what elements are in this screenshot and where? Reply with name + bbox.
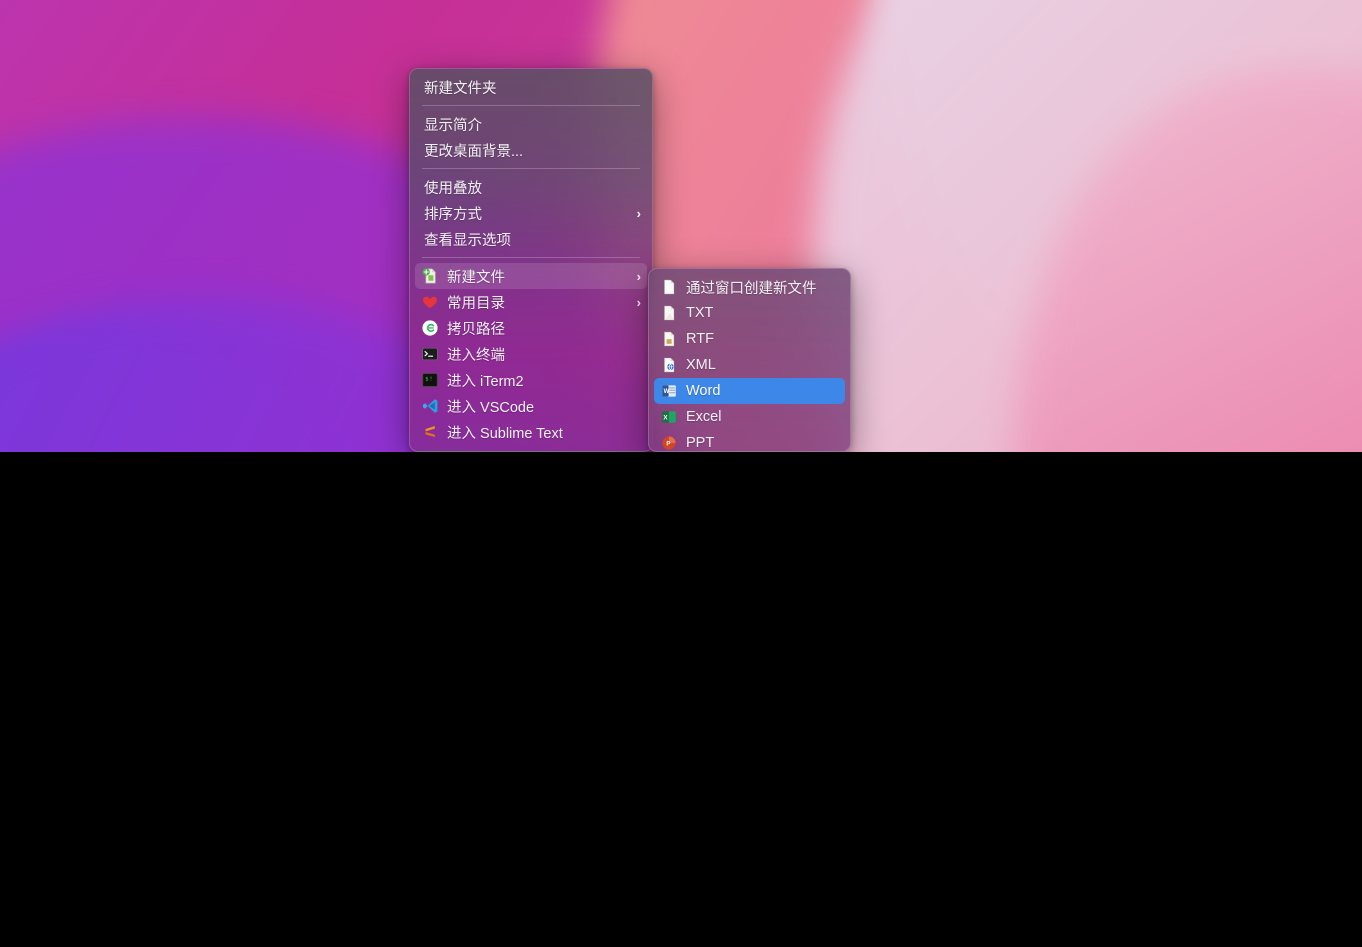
menu-item-label: 使用叠放 (424, 180, 482, 197)
txt-file-icon (660, 304, 678, 322)
submenu-item-label: 通过窗口创建新文件 (686, 280, 817, 297)
submenu-item-label: RTF (686, 331, 714, 347)
menu-item-open-iterm2[interactable]: $ ! 进入 iTerm2 (415, 367, 647, 393)
sublime-icon (421, 423, 439, 441)
menu-item-sort-by[interactable]: 排序方式 › (415, 200, 647, 226)
word-icon: W (660, 382, 678, 400)
menu-item-get-info[interactable]: 显示简介 (415, 111, 647, 137)
menu-item-label: 显示简介 (424, 117, 482, 134)
terminal-icon (421, 345, 439, 363)
menu-item-label: 常用目录 (447, 295, 505, 312)
menu-item-use-stacks[interactable]: 使用叠放 (415, 174, 647, 200)
svg-text:$: $ (425, 377, 428, 383)
svg-text:W: W (664, 389, 670, 395)
menu-item-label: 进入 VSCode (447, 399, 535, 416)
menu-item-open-sublime-text[interactable]: 进入 Sublime Text (415, 419, 647, 445)
menu-item-copy-path[interactable]: 拷贝路径 (415, 315, 647, 341)
submenu-item-label: PPT (686, 435, 715, 451)
blank-document-icon (660, 278, 678, 296)
submenu-item-ppt[interactable]: P PPT (654, 430, 845, 451)
submenu-item-create-via-window[interactable]: 通过窗口创建新文件 (654, 274, 845, 300)
menu-item-label: 更改桌面背景... (424, 143, 524, 160)
xml-file-icon (660, 356, 678, 374)
submenu-item-txt[interactable]: TXT (654, 300, 845, 326)
svg-text:P: P (666, 442, 670, 448)
svg-text:!: ! (429, 377, 432, 383)
vscode-icon (421, 397, 439, 415)
powerpoint-icon: P (660, 434, 678, 451)
chevron-right-icon: › (636, 205, 641, 221)
menu-separator (422, 105, 640, 106)
menu-item-label: 新建文件 (447, 269, 505, 286)
submenu-item-label: Word (686, 383, 721, 399)
screen: 新建文件夹 显示简介 更改桌面背景... 使用叠放 排序方式 › 查看显示选项 (0, 0, 1362, 947)
menu-item-show-view-options[interactable]: 查看显示选项 (415, 226, 647, 252)
menu-item-change-desktop-background[interactable]: 更改桌面背景... (415, 137, 647, 163)
menu-item-label: 新建文件夹 (424, 80, 497, 97)
iterm2-icon: $ ! (421, 371, 439, 389)
menu-item-label: 进入终端 (447, 347, 505, 364)
heart-icon (421, 293, 439, 311)
menu-item-new-file[interactable]: 新建文件 › (415, 263, 647, 289)
excel-icon: X (660, 408, 678, 426)
submenu-item-excel[interactable]: X Excel (654, 404, 845, 430)
rtf-file-icon (660, 330, 678, 348)
submenu-item-xml[interactable]: XML (654, 352, 845, 378)
menu-item-label: 拷贝路径 (447, 321, 505, 338)
finder-desktop-context-menu[interactable]: 新建文件夹 显示简介 更改桌面背景... 使用叠放 排序方式 › 查看显示选项 (409, 68, 653, 452)
submenu-item-label: XML (686, 357, 716, 373)
menu-separator (422, 168, 640, 169)
chevron-right-icon: › (636, 294, 641, 310)
submenu-item-label: TXT (686, 305, 714, 321)
new-file-icon (421, 267, 439, 285)
menu-item-favorite-directories[interactable]: 常用目录 › (415, 289, 647, 315)
menu-item-label: 查看显示选项 (424, 232, 511, 249)
menu-item-label: 进入 Sublime Text (447, 425, 563, 442)
submenu-item-word[interactable]: W Word (654, 378, 845, 404)
submenu-item-rtf[interactable]: RTF (654, 326, 845, 352)
submenu-item-label: Excel (686, 409, 722, 425)
menu-item-label: 进入 iTerm2 (447, 373, 524, 390)
menu-separator (422, 257, 640, 258)
menu-item-open-terminal[interactable]: 进入终端 (415, 341, 647, 367)
new-file-submenu[interactable]: 通过窗口创建新文件 TXT RTF XML W Word X Excel P P… (648, 268, 851, 452)
menu-item-new-folder[interactable]: 新建文件夹 (415, 74, 647, 100)
menu-item-open-vscode[interactable]: 进入 VSCode (415, 393, 647, 419)
svg-text:X: X (663, 414, 668, 421)
chevron-right-icon: › (636, 268, 641, 284)
menu-item-label: 排序方式 (424, 206, 482, 223)
copy-path-icon (421, 319, 439, 337)
